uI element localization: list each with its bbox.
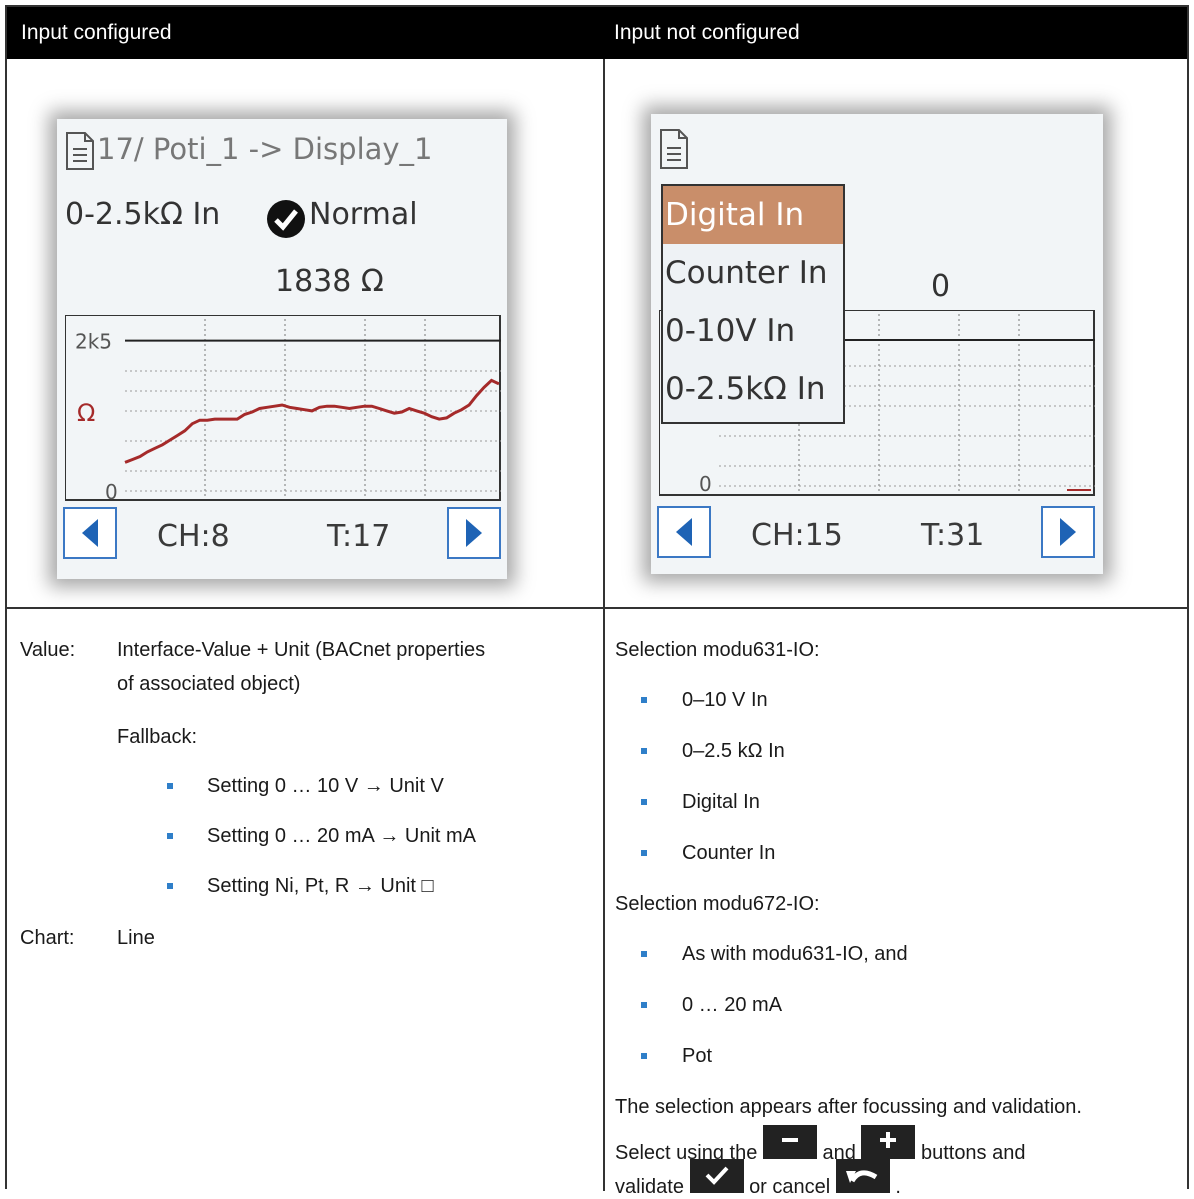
dropdown-options: Digital In Counter In 0-10V In 0-2.5kΩ In [663, 186, 843, 418]
instruction-text: buttons and [920, 1142, 1026, 1164]
minus-icon [762, 1125, 817, 1159]
arrow-left-icon [82, 519, 98, 547]
plus-icon [861, 1125, 916, 1159]
row-divider [7, 607, 1187, 609]
list-item: Digital In [682, 791, 760, 813]
fallback-label: Fallback: [117, 726, 198, 748]
status-label: Normal [309, 197, 418, 232]
value-description-line1: Interface-Value + Unit (BACnet propertie… [117, 639, 486, 661]
next-channel-button[interactable] [1041, 506, 1095, 558]
list-item: 0 … 20 mA [682, 994, 783, 1016]
selection-672-heading: Selection modu672-IO: [615, 893, 820, 915]
screen-title: 17/ Poti_1 -> Display_1 [97, 132, 433, 166]
value-readout: 1838 Ω [275, 264, 384, 299]
column-divider [603, 59, 605, 1191]
arrow-right-icon [466, 519, 482, 547]
list-item: 0–10 V In [682, 689, 768, 711]
checkmark-icon [689, 1159, 744, 1193]
document-icon [660, 129, 688, 169]
channel-label: CH:8 [157, 519, 230, 554]
prev-channel-button[interactable] [63, 507, 117, 559]
mode-label: 0-2.5kΩ In [65, 197, 221, 232]
trend-chart: 2k5 0 Ω [65, 315, 501, 501]
instruction-line2: Select using the and buttons and [615, 1125, 1026, 1165]
y-axis-label: Ω [77, 399, 95, 427]
next-channel-button[interactable] [447, 507, 501, 559]
value-readout: 0 [931, 269, 951, 304]
dropdown-option[interactable]: 0-2.5kΩ In [663, 360, 843, 418]
instruction-text: validate [615, 1176, 684, 1198]
chart-label: Chart: [20, 927, 75, 949]
instruction-text: . [895, 1176, 901, 1198]
bullet-icon [167, 833, 173, 839]
bullet-icon [641, 697, 647, 703]
check-circle-icon [267, 200, 305, 238]
channel-label: CH:15 [751, 518, 843, 553]
list-item: Setting 0 … 10 V → Unit V [207, 775, 444, 797]
left-device-screen: 17/ Poti_1 -> Display_1 0-2.5kΩ In Norma… [57, 119, 507, 579]
list-item: Counter In [682, 842, 776, 864]
chart-value: Line [117, 927, 155, 949]
value-description-line2: of associated object) [117, 673, 301, 695]
arrow-left-icon [676, 518, 692, 546]
trend-label: T:31 [921, 518, 985, 553]
bullet-icon [167, 783, 173, 789]
bullet-icon [641, 748, 647, 754]
bullet-icon [641, 951, 647, 957]
series-line [124, 378, 500, 464]
bullet-icon [641, 850, 647, 856]
list-item: As with modu631-IO, and [682, 943, 908, 965]
dropdown-option[interactable]: 0-10V In [663, 302, 843, 360]
undo-icon [835, 1159, 890, 1193]
instruction-line1: The selection appears after focussing an… [615, 1096, 1082, 1118]
header-right-title: Input not configured [614, 21, 800, 44]
bullet-icon [641, 1002, 647, 1008]
dropdown-option[interactable]: Counter In [663, 244, 843, 302]
chart-frame [65, 315, 501, 501]
prev-channel-button[interactable] [657, 506, 711, 558]
instruction-text: or cancel [749, 1176, 831, 1198]
selection-631-heading: Selection modu631-IO: [615, 639, 820, 661]
list-item: Pot [682, 1045, 713, 1067]
chart-y-min-label: 0 [699, 472, 712, 496]
bullet-icon [641, 799, 647, 805]
dropdown-option[interactable]: Digital In [663, 186, 843, 244]
y-tick-label: 2k5 [75, 330, 112, 354]
list-item: Setting 0 … 20 mA → Unit mA [207, 825, 476, 847]
bullet-icon [167, 883, 173, 889]
arrow-right-icon [1060, 518, 1076, 546]
instruction-line3: validate or cancel . [615, 1159, 901, 1199]
header-left-title: Input configured [21, 21, 172, 44]
list-item: 0–2.5 kΩ In [682, 740, 785, 762]
table-header: Input configured Input not configured [7, 7, 1187, 59]
value-label: Value: [20, 639, 76, 661]
document-icon [66, 132, 94, 170]
y-tick-label: 0 [105, 480, 118, 501]
right-device-screen: 0 0 Digital In Counter In 0-10V In 0-2.5kΩ … [651, 114, 1103, 574]
input-type-dropdown[interactable]: Digital In Counter In 0-10V In 0-2.5kΩ In [661, 184, 845, 424]
trend-label: T:17 [327, 519, 391, 554]
list-item: Setting Ni, Pt, R → Unit □ [207, 875, 434, 897]
bullet-icon [641, 1053, 647, 1059]
